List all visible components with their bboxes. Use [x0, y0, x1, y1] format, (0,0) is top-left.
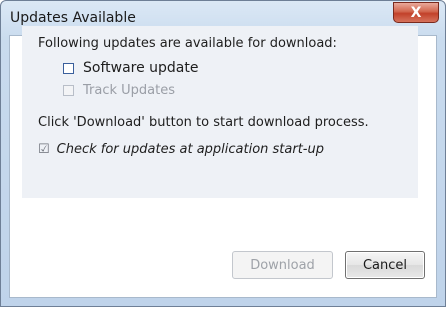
panel-heading: Following updates are available for down…	[38, 36, 337, 51]
download-button-label: Download	[250, 257, 315, 273]
close-button[interactable]: X	[393, 2, 439, 23]
startup-check-label: Check for updates at application start-u…	[56, 142, 324, 157]
updates-panel: Following updates are available for down…	[22, 26, 418, 198]
download-button: Download	[232, 251, 333, 279]
cancel-button-label: Cancel	[362, 257, 408, 273]
track-updates-checkbox: Track Updates	[63, 83, 175, 98]
close-icon: X	[410, 4, 422, 21]
checkbox-icon	[63, 85, 74, 96]
software-update-label: Software update	[83, 60, 199, 76]
checked-disabled-icon: ☑	[38, 142, 50, 157]
track-updates-label: Track Updates	[83, 83, 176, 98]
startup-check-checkbox: ☑ Check for updates at application start…	[38, 142, 324, 157]
window-title: Updates Available	[10, 10, 136, 26]
cancel-button[interactable]: Cancel	[345, 251, 425, 279]
instruction-text: Click 'Download' button to start downloa…	[38, 115, 369, 130]
checkbox-icon	[63, 62, 74, 74]
software-update-checkbox[interactable]: Software update	[63, 60, 199, 76]
